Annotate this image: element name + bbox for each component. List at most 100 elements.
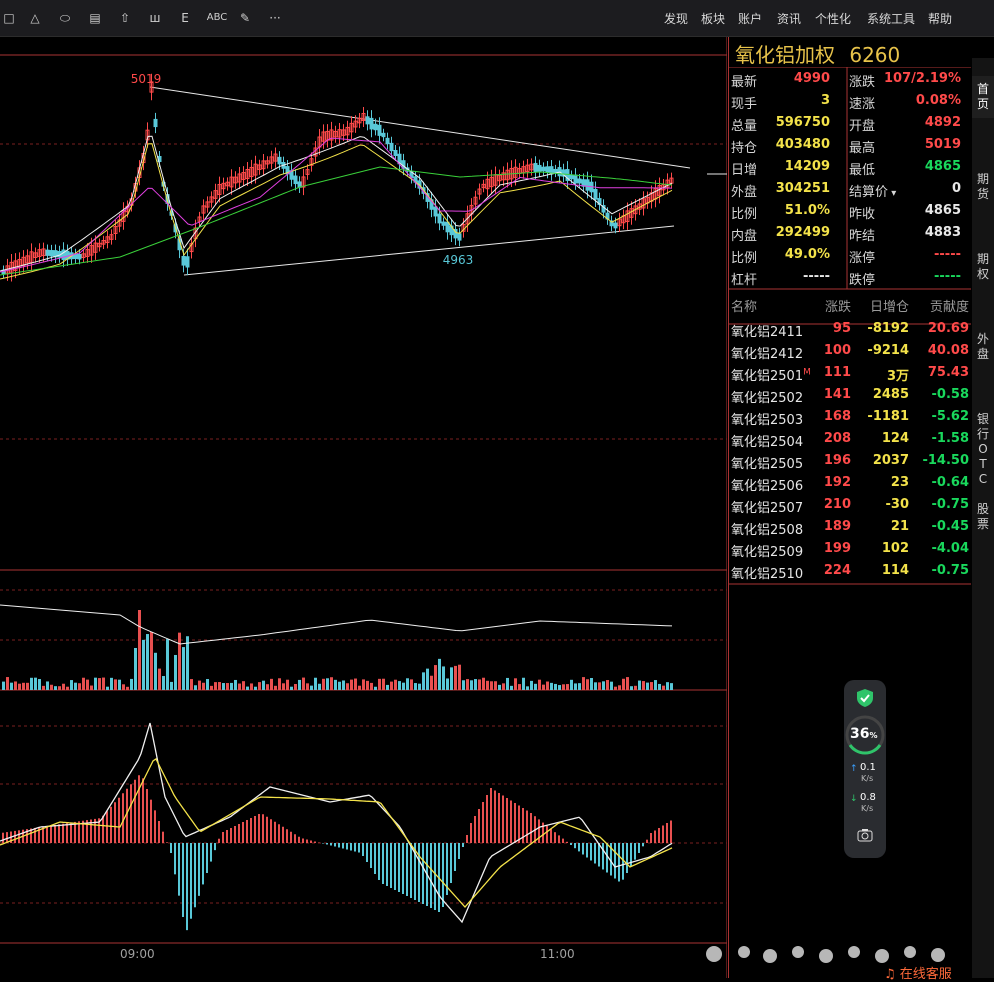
contract-oi-change: 124 — [881, 431, 909, 446]
volume-bar — [210, 685, 213, 690]
kline-chart-area[interactable]: 5019 4963 09:00 11:00 — [0, 37, 728, 978]
volume-bar — [626, 677, 629, 690]
volume-bar — [418, 683, 421, 690]
macd-bar — [130, 784, 132, 843]
side-tab-3[interactable]: 外盘 — [972, 326, 994, 368]
quote-left-label-4: 日增 — [731, 163, 758, 178]
macd-dea-line — [0, 758, 673, 908]
macd-bar — [106, 811, 108, 843]
contract-contribution: -4.04 — [931, 541, 969, 556]
macd-bar — [282, 826, 284, 843]
menu-item-5[interactable]: 系统工具 — [867, 10, 915, 27]
volume-bar — [106, 686, 109, 690]
volume-bar — [94, 677, 97, 690]
text-icon[interactable]: ABC — [204, 10, 230, 26]
macd-bar — [154, 810, 156, 843]
quote-left-value-8: 49.0% — [784, 247, 830, 262]
side-tab-5[interactable]: 股票 — [972, 496, 994, 538]
macd-bar — [70, 822, 72, 843]
volume-bar — [530, 680, 533, 690]
open-interest-line — [0, 604, 673, 645]
macd-bar — [326, 843, 328, 845]
volume-bar — [274, 685, 277, 690]
volume-bar — [354, 678, 357, 690]
menu-item-6[interactable]: 帮助 — [928, 10, 952, 27]
volume-bar — [34, 677, 37, 690]
macd-bar — [266, 816, 268, 843]
macd-bar — [510, 800, 512, 843]
side-tab-1[interactable]: 期货 — [972, 166, 994, 208]
quote-right-value-3: 5019 — [924, 137, 961, 152]
side-tab-0[interactable]: 首页 — [972, 76, 994, 118]
macd-bar — [230, 828, 232, 843]
bars-icon[interactable]: ш — [146, 10, 164, 26]
dropdown-icon[interactable]: ▾ — [888, 188, 896, 199]
macd-bar — [538, 819, 540, 843]
volume-bar — [506, 677, 509, 690]
side-tab-2[interactable]: 期权 — [972, 246, 994, 288]
quote-right-value-0: 107/2.19% — [884, 71, 961, 86]
hash-icon[interactable]: ▤ — [86, 10, 104, 26]
volume-bar — [562, 684, 565, 690]
arrow-up-icon[interactable]: ⇧ — [116, 10, 134, 26]
volume-bar — [474, 679, 477, 690]
volume-bar — [130, 678, 133, 690]
contract-name: 氧化铝2501M — [731, 367, 811, 384]
candle-body — [613, 222, 618, 229]
candle-body — [537, 164, 542, 172]
macd-bar — [302, 838, 304, 843]
volume-bar — [510, 685, 513, 690]
macd-bar — [350, 843, 352, 851]
macd-bar — [34, 827, 36, 843]
online-service-link[interactable]: ♫ 在线客服 — [884, 963, 952, 982]
volume-bar — [590, 678, 593, 690]
volume-bar — [54, 686, 57, 690]
square-icon[interactable]: □ — [0, 10, 18, 26]
contract-change: 141 — [823, 387, 851, 402]
volume-bar — [342, 680, 345, 690]
volume-bar — [578, 683, 581, 690]
e-icon[interactable]: E — [176, 10, 194, 26]
trendline-lower — [183, 225, 675, 276]
volume-bar — [146, 634, 149, 690]
macd-bar — [314, 841, 316, 843]
volume-bar — [282, 683, 285, 690]
volume-bar — [366, 680, 369, 690]
eraser-icon[interactable]: ✎ — [236, 10, 254, 26]
volume-bar — [522, 677, 525, 690]
upload-arrow-icon: ↑ — [850, 764, 858, 774]
menu-item-0[interactable]: 发现 — [664, 10, 688, 27]
macd-bar — [374, 843, 376, 874]
volume-bar — [306, 683, 309, 690]
more-icon[interactable]: ··· — [266, 10, 284, 26]
macd-bar — [418, 843, 420, 902]
macd-bar — [634, 843, 636, 860]
macd-bar — [270, 819, 272, 843]
quote-right-label-2: 开盘 — [849, 119, 876, 134]
macd-bar — [406, 843, 408, 896]
side-tab-4[interactable]: 银行OTC — [972, 406, 994, 493]
menu-item-3[interactable]: 资讯 — [777, 10, 801, 27]
volume-bar — [154, 652, 157, 690]
menu-item-1[interactable]: 板块 — [701, 10, 725, 27]
triangle-icon[interactable]: △ — [26, 10, 44, 26]
macd-bar — [558, 835, 560, 843]
ellipse-icon[interactable]: ⬭ — [56, 10, 74, 26]
contract-contribution: 40.08 — [927, 343, 969, 358]
menu-item-2[interactable]: 账户 — [738, 10, 762, 27]
upload-speed: 0.1 — [860, 762, 876, 773]
kline-chart[interactable]: 5019 4963 — [0, 37, 728, 978]
camera-icon[interactable] — [857, 828, 873, 842]
macd-bar — [370, 843, 372, 868]
ma-line-magenta — [0, 137, 672, 273]
macd-bar — [390, 843, 392, 888]
quote-right-label-8: 涨停 — [849, 251, 876, 266]
candle-body — [385, 137, 390, 145]
network-speed-widget[interactable]: 36% ↑ 0.1 K/s ↓ 0.8 K/s — [844, 680, 886, 858]
macd-bar — [578, 843, 580, 852]
volume-bar — [222, 683, 225, 690]
menu-item-4[interactable]: 个性化 — [815, 10, 851, 27]
macd-bar — [214, 843, 216, 851]
macd-bar — [162, 831, 164, 843]
time-label-1100: 11:00 — [540, 947, 575, 961]
